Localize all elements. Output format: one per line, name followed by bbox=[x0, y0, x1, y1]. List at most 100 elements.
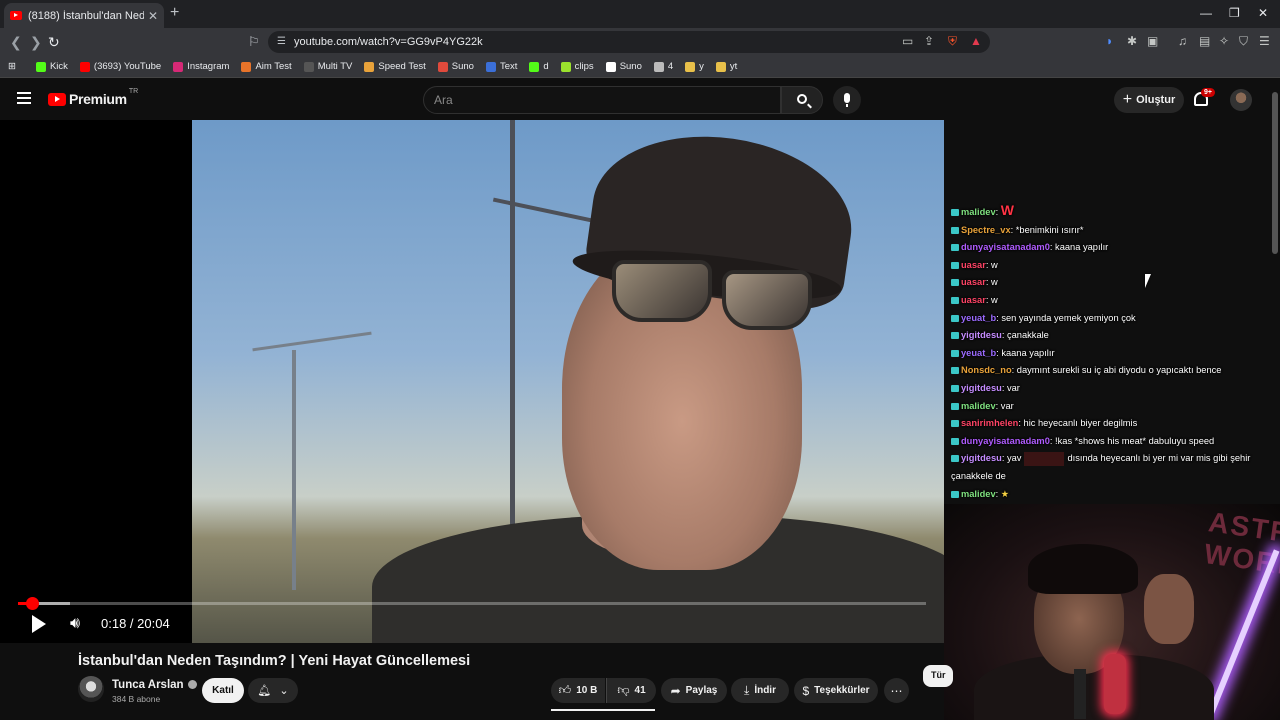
chat-message: malidev: W bbox=[951, 202, 1280, 222]
url-text: youtube.com/watch?v=GG9vP4YG22k bbox=[294, 36, 483, 48]
bookmark-4[interactable]: 4 bbox=[653, 61, 673, 72]
browser-tab-active[interactable]: (8188) İstanbul'dan Neden Taşın ✕ bbox=[4, 3, 164, 28]
apps-icon[interactable]: ⊞ bbox=[8, 61, 16, 72]
dislike-button[interactable]: 👎︎ 41 bbox=[606, 678, 656, 703]
more-actions-icon[interactable]: ⋯ bbox=[884, 678, 909, 703]
search-input[interactable]: Ara bbox=[423, 86, 781, 114]
thumbs-down-icon: 👎︎ bbox=[617, 683, 630, 697]
video-player[interactable]: 🔊︎ 0:18 / 20:04 bbox=[0, 120, 944, 643]
maximize-icon[interactable]: ❐ bbox=[1229, 6, 1240, 20]
suno-icon bbox=[437, 61, 448, 72]
cast-icon[interactable]: ▭ bbox=[902, 34, 913, 48]
chat-text: w bbox=[990, 259, 998, 270]
streamer-hand bbox=[1144, 574, 1194, 644]
sidebar-icon[interactable]: ▣ bbox=[1147, 34, 1158, 48]
bookmark-multi-tv[interactable]: Multi TV bbox=[303, 61, 352, 72]
site-info-icon[interactable]: ☰ bbox=[277, 36, 286, 47]
extension-speech-icon[interactable]: ◗ bbox=[1106, 34, 1113, 48]
play-icon[interactable] bbox=[32, 615, 46, 633]
menu-icon[interactable]: ☰ bbox=[1259, 34, 1270, 48]
chat-message: sanirimhelen: hic heyecanlı biyer degilm… bbox=[951, 415, 1280, 433]
bookmark-youtube[interactable]: (3693) YouTube bbox=[79, 61, 161, 72]
stream-chat-overlay: malidev: W Spectre_vx: *benimkini ısırır*… bbox=[951, 202, 1280, 503]
seek-handle[interactable] bbox=[25, 597, 39, 610]
filter-chip[interactable]: Tür bbox=[923, 665, 953, 687]
chat-badge-icon bbox=[951, 279, 959, 287]
minimize-icon[interactable]: — bbox=[1200, 6, 1212, 20]
chat-text: çanakkale bbox=[1006, 330, 1049, 341]
leo-ai-icon[interactable]: ✧ bbox=[1219, 34, 1229, 48]
bookmark-suno[interactable]: Suno bbox=[437, 61, 474, 72]
account-avatar[interactable] bbox=[1230, 89, 1252, 111]
window-close-icon[interactable]: ✕ bbox=[1258, 6, 1268, 20]
brave-shield-icon[interactable]: ⛨ bbox=[948, 34, 957, 49]
chat-message: dunyayisatanadam0: kaana yapılır bbox=[951, 239, 1280, 257]
chat-emote-icon: ★ bbox=[1000, 488, 1010, 499]
thanks-button[interactable]: $ Teşekkürler bbox=[794, 678, 878, 703]
bookmark-page-icon[interactable]: ⚐ bbox=[248, 34, 260, 50]
join-button[interactable]: Katıl bbox=[202, 678, 244, 703]
tab-close-icon[interactable]: ✕ bbox=[148, 9, 158, 23]
share-button[interactable]: ➦ Paylaş bbox=[661, 678, 727, 703]
chat-badge-icon bbox=[951, 261, 959, 269]
bookmark-instagram[interactable]: Instagram bbox=[173, 61, 229, 72]
reload-icon[interactable]: ↻ bbox=[48, 34, 60, 51]
like-button[interactable]: 👍︎ 10 B bbox=[551, 678, 605, 703]
channel-name[interactable]: Tunca Arslan bbox=[112, 679, 197, 691]
video-frame bbox=[192, 120, 944, 643]
extensions-icon[interactable]: ✱ bbox=[1127, 34, 1137, 48]
chat-message: yigitdesu: var bbox=[951, 380, 1280, 398]
seek-bar[interactable] bbox=[18, 597, 926, 610]
search-placeholder: Ara bbox=[434, 93, 453, 107]
plus-icon: + bbox=[1122, 91, 1133, 108]
music-icon[interactable]: ♫ bbox=[1178, 34, 1187, 48]
download-button[interactable]: ⤓ İndir bbox=[731, 678, 789, 703]
bookmark-text[interactable]: Text bbox=[485, 61, 517, 72]
chat-badge-icon bbox=[951, 349, 959, 357]
chat-username: dunyayisatanadam0 bbox=[961, 435, 1050, 446]
share-icon: ➦ bbox=[670, 683, 681, 698]
bookmark-suno-2[interactable]: Suno bbox=[605, 61, 642, 72]
bookmark-aim-test[interactable]: Aim Test bbox=[241, 61, 292, 72]
share-page-icon[interactable]: ⇪ bbox=[924, 34, 934, 48]
video-title: İstanbul'dan Neden Taşındım? | Yeni Haya… bbox=[78, 653, 471, 669]
text-icon bbox=[485, 61, 496, 72]
chat-badge-icon bbox=[951, 209, 959, 217]
bookmark-folder-yt[interactable]: yt bbox=[715, 61, 737, 72]
browser-toolbar: ❮ ❯ ↻ ⚐ ☰ youtube.com/watch?v=GG9vP4YG22… bbox=[0, 28, 1280, 56]
guide-menu-icon[interactable] bbox=[17, 92, 31, 104]
chat-badge-icon bbox=[951, 314, 959, 322]
chat-message: uasar: w bbox=[951, 257, 1280, 275]
logo-text: Premium bbox=[69, 91, 127, 107]
channel-avatar[interactable] bbox=[78, 676, 104, 702]
back-icon[interactable]: ❮ bbox=[10, 34, 22, 51]
rewards-icon[interactable]: ▲ bbox=[970, 34, 982, 48]
search-button[interactable] bbox=[781, 86, 823, 114]
video-info: İstanbul'dan Neden Taşındım? | Yeni Haya… bbox=[0, 643, 953, 720]
bookmark-d[interactable]: d bbox=[529, 61, 549, 72]
chat-text: hic heyecanlı biyer degilmis bbox=[1023, 418, 1138, 429]
sunglasses-right bbox=[722, 270, 812, 330]
voice-search-icon[interactable] bbox=[833, 86, 861, 114]
create-button[interactable]: + Oluştur bbox=[1114, 87, 1184, 113]
volume-icon[interactable]: 🔊︎ bbox=[70, 615, 80, 633]
notification-bell-button[interactable]: 🔔︎ ⌄ bbox=[248, 678, 298, 703]
youtube-premium-logo[interactable]: Premium TR bbox=[48, 88, 138, 107]
bookmark-folder-y[interactable]: y bbox=[685, 61, 704, 72]
vpn-icon[interactable]: ⛉ bbox=[1239, 34, 1248, 49]
chat-text: kaana yapılır bbox=[1055, 242, 1109, 253]
wallet-icon[interactable]: ▤ bbox=[1199, 34, 1210, 48]
chat-message: yigitdesu: çanakkale bbox=[951, 327, 1280, 345]
forward-icon[interactable]: ❯ bbox=[30, 34, 42, 51]
chat-message: yeuat_b: sen yayında yemek yemiyon çok bbox=[951, 310, 1280, 328]
bookmark-speed-test[interactable]: Speed Test bbox=[364, 61, 426, 72]
address-bar[interactable]: ☰ youtube.com/watch?v=GG9vP4YG22k bbox=[268, 31, 990, 53]
chat-username: dunyayisatanadam0 bbox=[961, 242, 1050, 253]
download-icon: ⤓ bbox=[744, 683, 750, 697]
bookmark-kick[interactable]: Kick bbox=[35, 61, 68, 72]
bell-icon: 🔔︎ bbox=[257, 685, 272, 697]
chat-username: yigitdesu bbox=[961, 453, 1002, 464]
new-tab-icon[interactable]: + bbox=[170, 4, 179, 22]
thumbs-up-icon: 👍︎ bbox=[558, 683, 572, 697]
bookmark-clips[interactable]: clips bbox=[560, 61, 594, 72]
